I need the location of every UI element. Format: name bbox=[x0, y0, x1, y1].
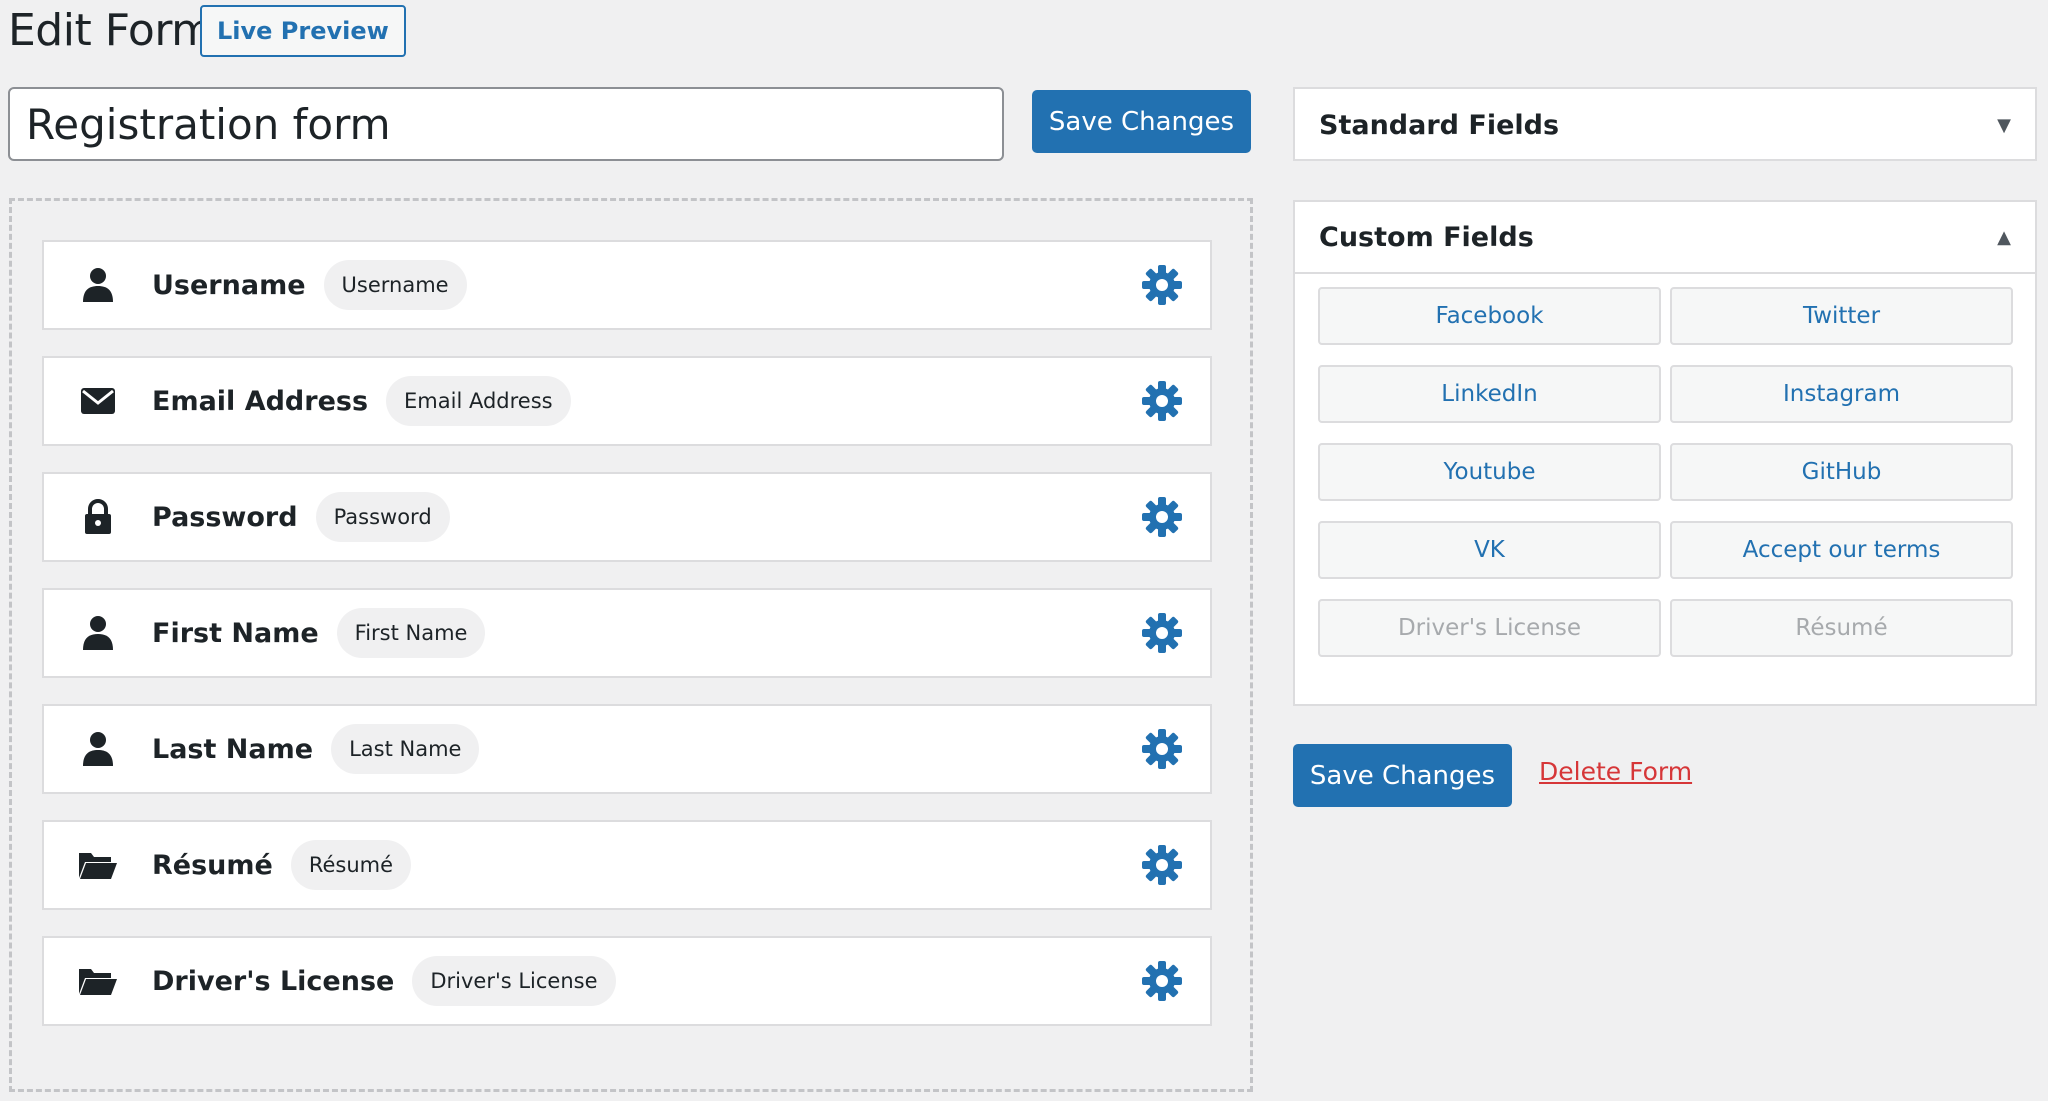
save-changes-button[interactable]: Save Changes bbox=[1032, 90, 1251, 153]
gear-icon[interactable] bbox=[1142, 613, 1182, 653]
field-chip: Password bbox=[315, 492, 450, 542]
form-name-input[interactable] bbox=[8, 87, 1004, 161]
field-chip: First Name bbox=[336, 608, 486, 658]
field-chip: Last Name bbox=[331, 724, 480, 774]
user-icon bbox=[72, 607, 124, 659]
field-row-username[interactable]: Username Username bbox=[42, 240, 1212, 330]
delete-form-link[interactable]: Delete Form bbox=[1539, 757, 1692, 786]
field-chip: Username bbox=[323, 260, 467, 310]
field-row-resume[interactable]: Résumé Résumé bbox=[42, 820, 1212, 910]
field-label: Last Name bbox=[152, 733, 314, 765]
custom-field-vk-button[interactable]: VK bbox=[1318, 521, 1661, 579]
custom-fields-toggle[interactable]: Custom Fields ▲ bbox=[1295, 202, 2035, 274]
panel-title: Custom Fields bbox=[1319, 221, 1534, 253]
folder-open-icon bbox=[72, 955, 124, 1007]
field-row-drivers-license[interactable]: Driver's License Driver's License bbox=[42, 936, 1212, 1026]
field-row-email[interactable]: Email Address Email Address bbox=[42, 356, 1212, 446]
custom-field-accept-terms-button[interactable]: Accept our terms bbox=[1670, 521, 2013, 579]
field-label: Driver's License bbox=[152, 965, 395, 997]
custom-field-linkedin-button[interactable]: LinkedIn bbox=[1318, 365, 1661, 423]
field-chip: Email Address bbox=[386, 376, 571, 426]
gear-icon[interactable] bbox=[1142, 381, 1182, 421]
custom-field-instagram-button[interactable]: Instagram bbox=[1670, 365, 2013, 423]
custom-field-github-button[interactable]: GitHub bbox=[1670, 443, 2013, 501]
user-icon bbox=[72, 259, 124, 311]
field-label: Résumé bbox=[152, 849, 273, 881]
gear-icon[interactable] bbox=[1142, 729, 1182, 769]
envelope-icon bbox=[72, 375, 124, 427]
standard-fields-panel: Standard Fields ▼ bbox=[1293, 87, 2037, 161]
folder-open-icon bbox=[72, 839, 124, 891]
custom-fields-panel: Custom Fields ▲ Facebook Twitter LinkedI… bbox=[1293, 200, 2037, 706]
standard-fields-toggle[interactable]: Standard Fields ▼ bbox=[1295, 89, 2035, 161]
custom-field-facebook-button[interactable]: Facebook bbox=[1318, 287, 1661, 345]
field-label: Email Address bbox=[152, 385, 369, 417]
field-row-last-name[interactable]: Last Name Last Name bbox=[42, 704, 1212, 794]
page-title: Edit Form bbox=[8, 5, 214, 56]
gear-icon[interactable] bbox=[1142, 265, 1182, 305]
field-chip: Résumé bbox=[290, 840, 412, 890]
gear-icon[interactable] bbox=[1142, 961, 1182, 1001]
custom-field-resume-button: Résumé bbox=[1670, 599, 2013, 657]
gear-icon[interactable] bbox=[1142, 845, 1182, 885]
custom-field-youtube-button[interactable]: Youtube bbox=[1318, 443, 1661, 501]
save-changes-bottom-button[interactable]: Save Changes bbox=[1293, 744, 1512, 807]
custom-field-twitter-button[interactable]: Twitter bbox=[1670, 287, 2013, 345]
gear-icon[interactable] bbox=[1142, 497, 1182, 537]
user-icon bbox=[72, 723, 124, 775]
field-row-password[interactable]: Password Password bbox=[42, 472, 1212, 562]
lock-icon bbox=[72, 491, 124, 543]
field-label: Username bbox=[152, 269, 306, 301]
live-preview-button[interactable]: Live Preview bbox=[200, 5, 406, 57]
field-label: First Name bbox=[152, 617, 319, 649]
field-row-first-name[interactable]: First Name First Name bbox=[42, 588, 1212, 678]
caret-up-icon: ▲ bbox=[1997, 226, 2011, 248]
field-label: Password bbox=[152, 501, 298, 533]
caret-down-icon: ▼ bbox=[1997, 114, 2011, 136]
field-chip: Driver's License bbox=[412, 956, 616, 1006]
panel-title: Standard Fields bbox=[1319, 109, 1560, 141]
custom-field-drivers-license-button: Driver's License bbox=[1318, 599, 1661, 657]
